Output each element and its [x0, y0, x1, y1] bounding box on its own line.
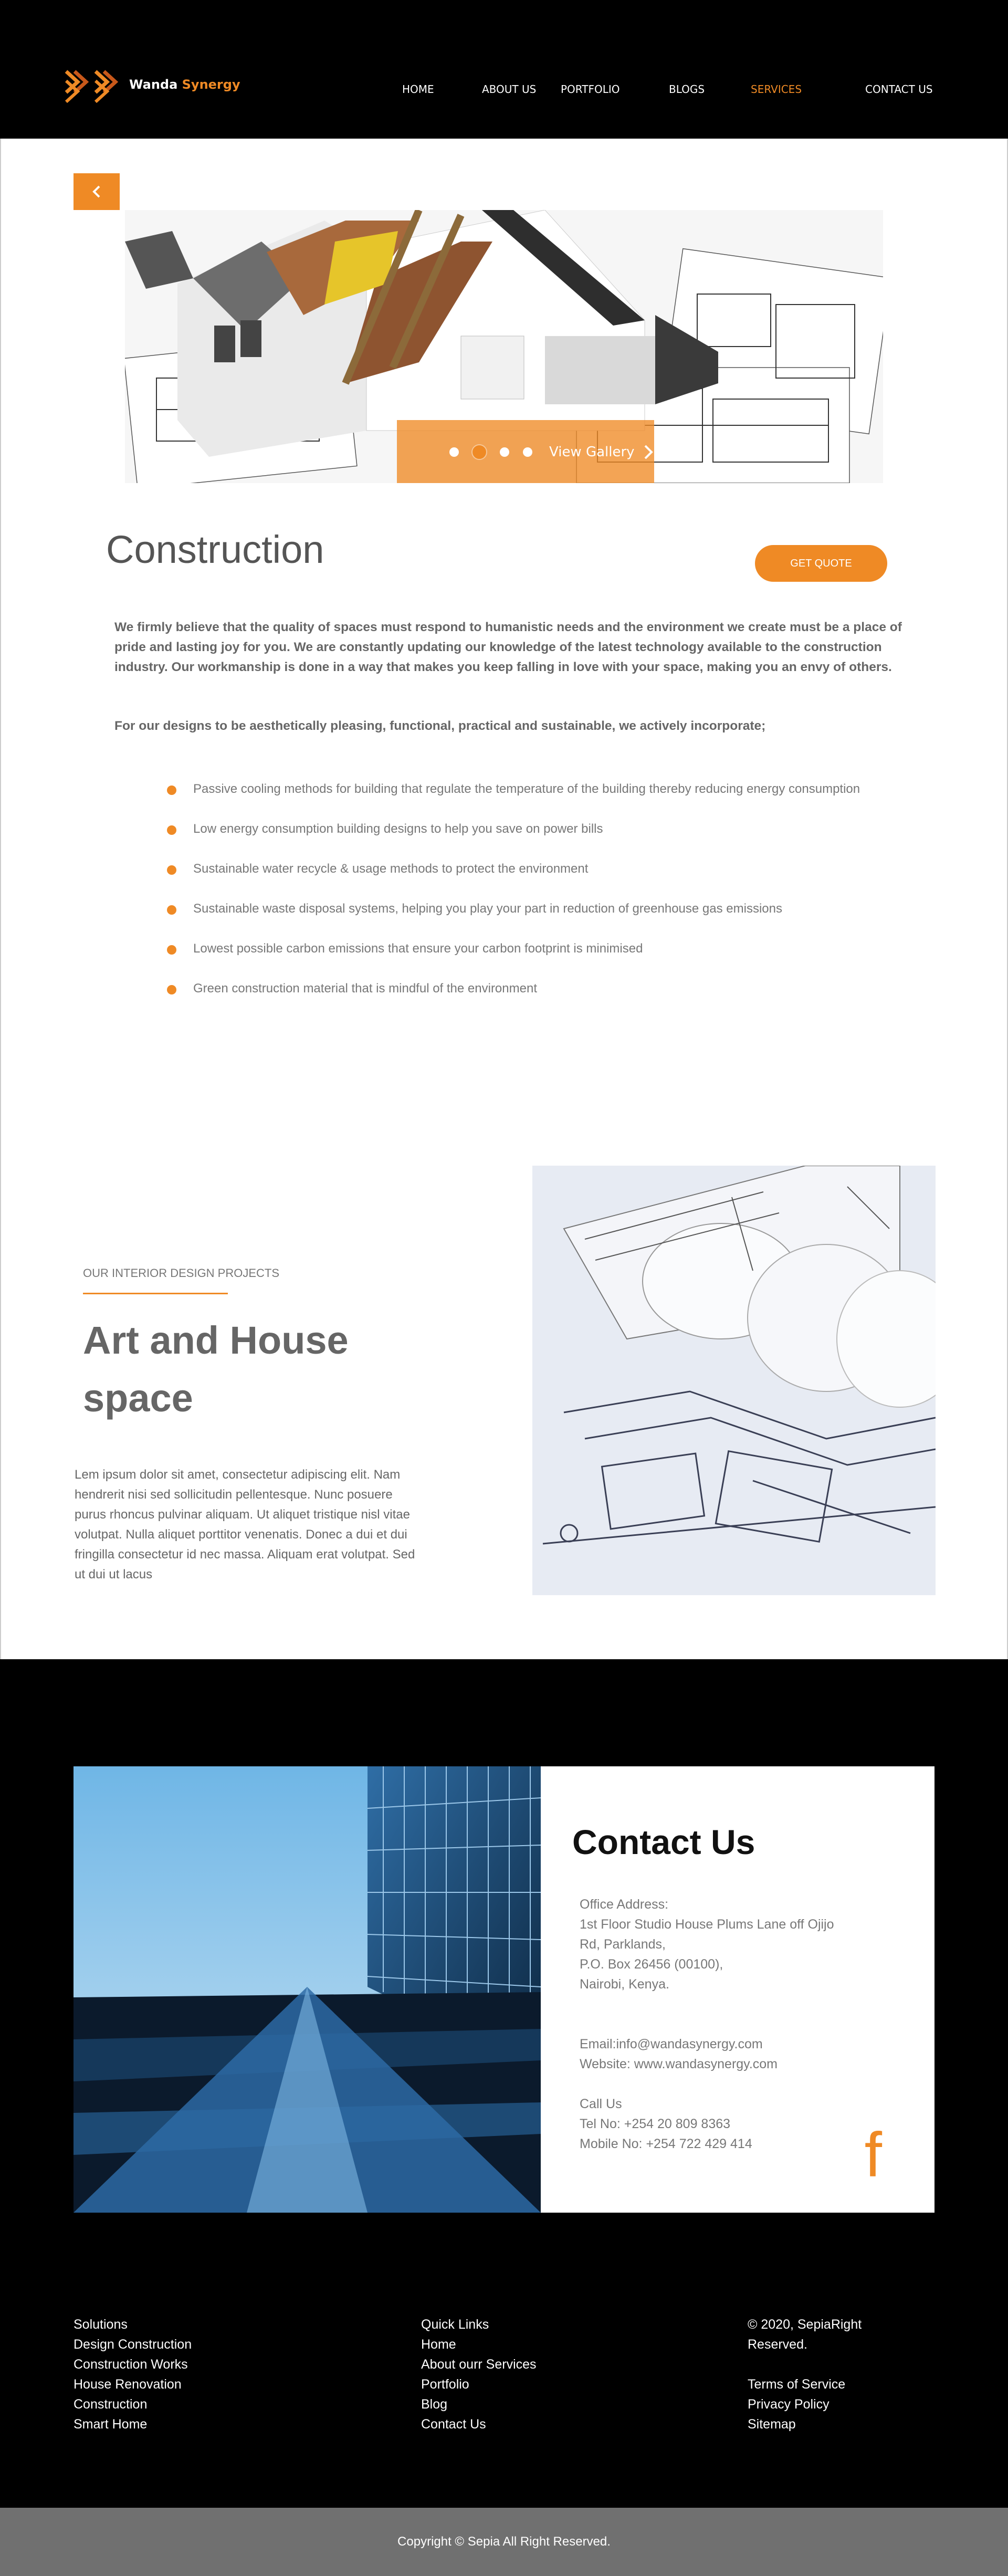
back-button[interactable]	[74, 173, 120, 210]
footer-heading: Quick Links	[421, 2317, 489, 2332]
skyscraper-photo	[74, 1766, 541, 2213]
chevron-left-icon	[92, 185, 100, 198]
sitemap-link[interactable]: Sitemap	[748, 2414, 862, 2434]
main-nav: HOME ABOUT US PORTFOLIO BLOGS SERVICES C…	[0, 83, 1008, 99]
address-label: Office Address:	[580, 1897, 669, 1912]
get-quote-button[interactable]: GET QUOTE	[755, 545, 887, 582]
blueprint-rolls-image	[532, 1166, 936, 1595]
call-label: Call Us	[580, 2097, 622, 2111]
footer-link[interactable]: House Renovation	[74, 2374, 192, 2394]
bullet-dot-icon	[167, 945, 176, 955]
chevron-right-icon[interactable]	[643, 444, 654, 460]
list-item: Passive cooling methods for building tha…	[167, 779, 870, 799]
contact-card: Contact Us Office Address: 1st Floor Stu…	[541, 1766, 934, 2213]
main-content: View Gallery Construction GET QUOTE We f…	[0, 139, 1008, 1659]
nav-contact-us[interactable]: CONTACT US	[865, 83, 933, 96]
bullet-dot-icon	[167, 905, 176, 915]
list-item: Sustainable waste disposal systems, help…	[167, 899, 870, 919]
contact-details: Office Address: 1st Floor Studio House P…	[580, 1894, 895, 2154]
bullet-dot-icon	[167, 786, 176, 795]
footer-link[interactable]: Portfolio	[421, 2374, 537, 2394]
tel-number[interactable]: Tel No: +254 20 809 8363	[580, 2114, 895, 2134]
footer-link[interactable]: Contact Us	[421, 2414, 537, 2434]
slide-dot-2[interactable]	[472, 445, 486, 459]
interior-title: Art and House space	[83, 1318, 349, 1420]
blueprint-illustration	[532, 1166, 936, 1595]
list-item: Sustainable water recycle & usage method…	[167, 859, 870, 879]
nav-portfolio[interactable]: PORTFOLIO	[561, 83, 620, 96]
contact-title: Contact Us	[572, 1823, 755, 1861]
terms-link[interactable]: Terms of Service	[748, 2374, 862, 2394]
list-item: Lowest possible carbon emissions that en…	[167, 939, 870, 959]
privacy-link[interactable]: Privacy Policy	[748, 2394, 862, 2414]
page-title: Construction	[106, 528, 324, 571]
footer-link[interactable]: Design Construction	[74, 2334, 192, 2354]
footer-solutions: Solutions Design Construction Constructi…	[74, 2315, 192, 2434]
footer-link[interactable]: Construction	[74, 2394, 192, 2414]
email-link[interactable]: Email:info@wandasynergy.com	[580, 2034, 895, 2054]
list-item: Low energy consumption building designs …	[167, 819, 870, 839]
kicker-divider	[83, 1293, 228, 1294]
footer-quick-links: Quick Links Home About ourr Services Por…	[421, 2315, 537, 2434]
gallery-slider-control[interactable]: View Gallery	[397, 420, 654, 483]
site-header: Wanda Synergy HOME ABOUT US PORTFOLIO BL…	[0, 0, 1008, 139]
intro-paragraph: We firmly believe that the quality of sp…	[114, 620, 902, 674]
interior-kicker: OUR INTERIOR DESIGN PROJECTS	[83, 1266, 280, 1280]
copyright-text: Copyright © Sepia All Right Reserved.	[397, 2535, 611, 2549]
slide-dot-3[interactable]	[500, 447, 509, 457]
copyright-bar: Copyright © Sepia All Right Reserved.	[0, 2508, 1008, 2576]
nav-home[interactable]: HOME	[402, 83, 434, 96]
footer-rights: Reserved.	[748, 2337, 807, 2352]
address-line: Rd, Parklands,	[580, 1937, 666, 1952]
nav-services[interactable]: SERVICES	[751, 83, 802, 96]
glass-building-image	[74, 1766, 541, 2213]
footer-link[interactable]: Construction Works	[74, 2354, 192, 2374]
bullet-dot-icon	[167, 865, 176, 875]
sustainability-list: Passive cooling methods for building tha…	[167, 779, 870, 999]
bullet-dot-icon	[167, 985, 176, 994]
website-link[interactable]: Website: www.wandasynergy.com	[580, 2054, 895, 2074]
hero-house-illustration: View Gallery	[125, 210, 883, 483]
footer-link[interactable]: Smart Home	[74, 2414, 192, 2434]
view-gallery-link[interactable]: View Gallery	[549, 444, 635, 460]
incorporate-statement: For our designs to be aesthetically plea…	[114, 719, 766, 733]
footer-link[interactable]: About ourr Services	[421, 2354, 537, 2374]
nav-about-us[interactable]: ABOUT US	[482, 83, 536, 96]
nav-blogs[interactable]: BLOGS	[669, 83, 705, 96]
slide-dot-4[interactable]	[523, 447, 532, 457]
facebook-icon[interactable]: f	[865, 2123, 882, 2186]
list-item: Green construction material that is mind…	[167, 979, 870, 999]
footer-rights: © 2020, SepiaRight	[748, 2317, 862, 2332]
address-line: Nairobi, Kenya.	[580, 1977, 669, 1992]
footer-link[interactable]: Blog	[421, 2394, 537, 2414]
bullet-dot-icon	[167, 825, 176, 835]
address-line: 1st Floor Studio House Plums Lane off Oj…	[580, 1917, 834, 1932]
interior-body: Lem ipsum dolor sit amet, consectetur ad…	[75, 1468, 415, 1582]
address-line: P.O. Box 26456 (00100),	[580, 1957, 723, 1972]
mobile-number[interactable]: Mobile No: +254 722 429 414	[580, 2134, 895, 2154]
footer-link[interactable]: Home	[421, 2334, 537, 2354]
footer-legal: © 2020, SepiaRight Reserved. Terms of Se…	[748, 2315, 862, 2434]
footer-heading: Solutions	[74, 2317, 128, 2332]
slide-dot-1[interactable]	[449, 447, 459, 457]
